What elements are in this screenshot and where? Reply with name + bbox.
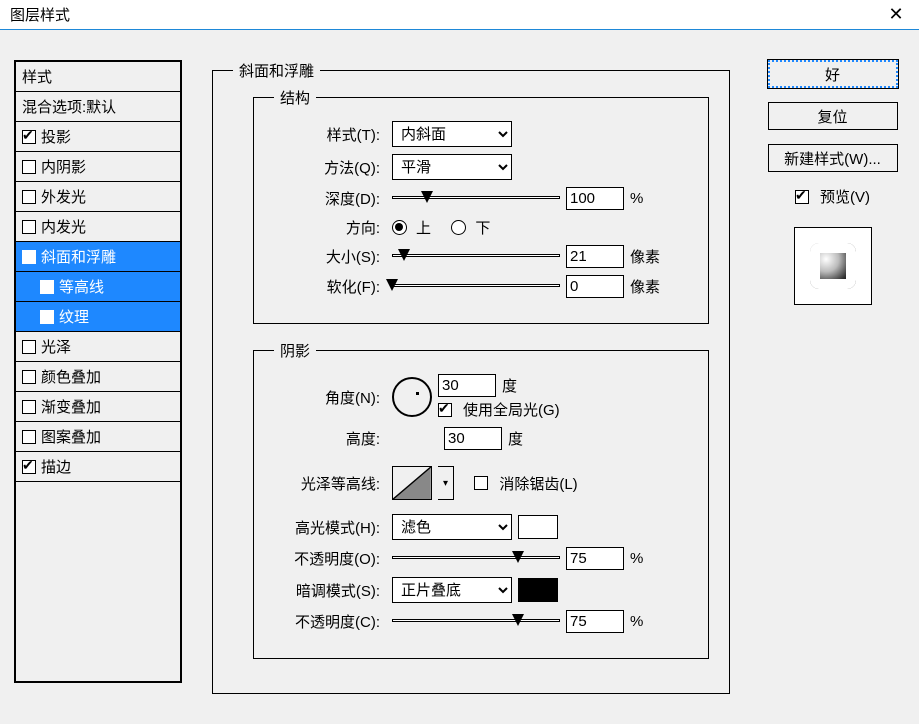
preview-swatch bbox=[794, 227, 872, 305]
antialias-checkbox[interactable] bbox=[474, 476, 488, 490]
style-drop-shadow[interactable]: 投影 bbox=[15, 122, 181, 152]
depth-unit: % bbox=[630, 190, 643, 207]
styles-list: 样式 混合选项:默认 投影 内阴影 外发光 内发光 斜面和浮雕 等高线 纹理 光… bbox=[14, 60, 182, 710]
technique-select[interactable]: 平滑 bbox=[392, 154, 512, 180]
preview-checkbox[interactable] bbox=[795, 190, 809, 204]
checkbox-icon[interactable] bbox=[22, 370, 36, 384]
global-light-label: 使用全局光(G) bbox=[463, 399, 560, 420]
chevron-down-icon[interactable]: ▾ bbox=[438, 466, 454, 500]
bevel-emboss-group: 斜面和浮雕 结构 样式(T): 内斜面 方法(Q): 平滑 深度(D): % bbox=[212, 60, 730, 694]
highlight-mode-label: 高光模式(H): bbox=[274, 517, 380, 538]
style-contour[interactable]: 等高线 bbox=[15, 272, 181, 302]
angle-unit: 度 bbox=[502, 375, 517, 396]
style-satin[interactable]: 光泽 bbox=[15, 332, 181, 362]
size-slider[interactable] bbox=[392, 248, 560, 266]
altitude-input[interactable] bbox=[444, 427, 502, 450]
checkbox-icon[interactable] bbox=[40, 310, 54, 324]
angle-input[interactable] bbox=[438, 374, 496, 397]
structure-legend: 结构 bbox=[274, 87, 316, 108]
bevel-legend: 斜面和浮雕 bbox=[233, 60, 320, 81]
depth-slider[interactable] bbox=[392, 190, 560, 208]
technique-label: 方法(Q): bbox=[274, 157, 380, 178]
checkbox-icon[interactable] bbox=[22, 430, 36, 444]
style-stroke[interactable]: 描边 bbox=[15, 452, 181, 482]
shadow-mode-select[interactable]: 正片叠底 bbox=[392, 577, 512, 603]
global-light-checkbox[interactable] bbox=[438, 403, 452, 417]
gloss-contour-label: 光泽等高线: bbox=[274, 473, 380, 494]
style-outer-glow[interactable]: 外发光 bbox=[15, 182, 181, 212]
style-color-overlay[interactable]: 颜色叠加 bbox=[15, 362, 181, 392]
highlight-mode-select[interactable]: 滤色 bbox=[392, 514, 512, 540]
styles-empty bbox=[15, 482, 181, 682]
style-gradient-overlay[interactable]: 渐变叠加 bbox=[15, 392, 181, 422]
direction-label: 方向: bbox=[274, 217, 380, 238]
style-inner-glow[interactable]: 内发光 bbox=[15, 212, 181, 242]
highlight-opacity-slider[interactable] bbox=[392, 550, 560, 568]
depth-label: 深度(D): bbox=[274, 188, 380, 209]
checkbox-icon[interactable] bbox=[22, 460, 36, 474]
new-style-button[interactable]: 新建样式(W)... bbox=[768, 144, 898, 172]
size-input[interactable] bbox=[566, 245, 624, 268]
shading-group: 阴影 角度(N): 度 使用全局光(G) bbox=[253, 340, 709, 659]
checkbox-icon[interactable] bbox=[22, 190, 36, 204]
reset-button[interactable]: 复位 bbox=[768, 102, 898, 130]
angle-label: 角度(N): bbox=[274, 387, 380, 408]
styles-header: 样式 bbox=[15, 61, 181, 92]
checkbox-icon[interactable] bbox=[22, 400, 36, 414]
antialias-label: 消除锯齿(L) bbox=[499, 473, 577, 494]
direction-up-radio[interactable] bbox=[392, 220, 407, 235]
highlight-color-swatch[interactable] bbox=[518, 515, 558, 539]
close-button[interactable]: ✕ bbox=[873, 0, 919, 30]
style-label: 样式(T): bbox=[274, 124, 380, 145]
style-bevel-emboss[interactable]: 斜面和浮雕 bbox=[15, 242, 181, 272]
size-label: 大小(S): bbox=[274, 246, 380, 267]
altitude-label: 高度: bbox=[274, 428, 380, 449]
shading-legend: 阴影 bbox=[274, 340, 316, 361]
highlight-opacity-unit: % bbox=[630, 550, 643, 567]
checkbox-icon[interactable] bbox=[22, 220, 36, 234]
soften-slider[interactable] bbox=[392, 278, 560, 296]
direction-down-radio[interactable] bbox=[451, 220, 466, 235]
checkbox-icon[interactable] bbox=[22, 130, 36, 144]
shadow-opacity-unit: % bbox=[630, 613, 643, 630]
size-unit: 像素 bbox=[630, 246, 660, 267]
checkbox-icon[interactable] bbox=[22, 160, 36, 174]
gloss-contour-swatch[interactable] bbox=[392, 466, 432, 500]
angle-dial[interactable] bbox=[392, 377, 432, 417]
depth-input[interactable] bbox=[566, 187, 624, 210]
style-select[interactable]: 内斜面 bbox=[392, 121, 512, 147]
checkbox-icon[interactable] bbox=[22, 340, 36, 354]
checkbox-icon[interactable] bbox=[40, 280, 54, 294]
altitude-unit: 度 bbox=[508, 428, 523, 449]
soften-input[interactable] bbox=[566, 275, 624, 298]
shadow-opacity-input[interactable] bbox=[566, 610, 624, 633]
shadow-color-swatch[interactable] bbox=[518, 578, 558, 602]
soften-label: 软化(F): bbox=[274, 276, 380, 297]
checkbox-icon[interactable] bbox=[22, 250, 36, 264]
style-inner-shadow[interactable]: 内阴影 bbox=[15, 152, 181, 182]
shadow-opacity-slider[interactable] bbox=[392, 613, 560, 631]
highlight-opacity-label: 不透明度(O): bbox=[274, 548, 380, 569]
highlight-opacity-input[interactable] bbox=[566, 547, 624, 570]
style-texture[interactable]: 纹理 bbox=[15, 302, 181, 332]
shadow-opacity-label: 不透明度(C): bbox=[274, 611, 380, 632]
soften-unit: 像素 bbox=[630, 276, 660, 297]
ok-button[interactable]: 好 bbox=[768, 60, 898, 88]
window-title: 图层样式 bbox=[10, 4, 70, 25]
blend-options[interactable]: 混合选项:默认 bbox=[15, 92, 181, 122]
style-pattern-overlay[interactable]: 图案叠加 bbox=[15, 422, 181, 452]
structure-group: 结构 样式(T): 内斜面 方法(Q): 平滑 深度(D): % 方向: bbox=[253, 87, 709, 324]
preview-label: 预览(V) bbox=[820, 186, 870, 207]
shadow-mode-label: 暗调模式(S): bbox=[274, 580, 380, 601]
